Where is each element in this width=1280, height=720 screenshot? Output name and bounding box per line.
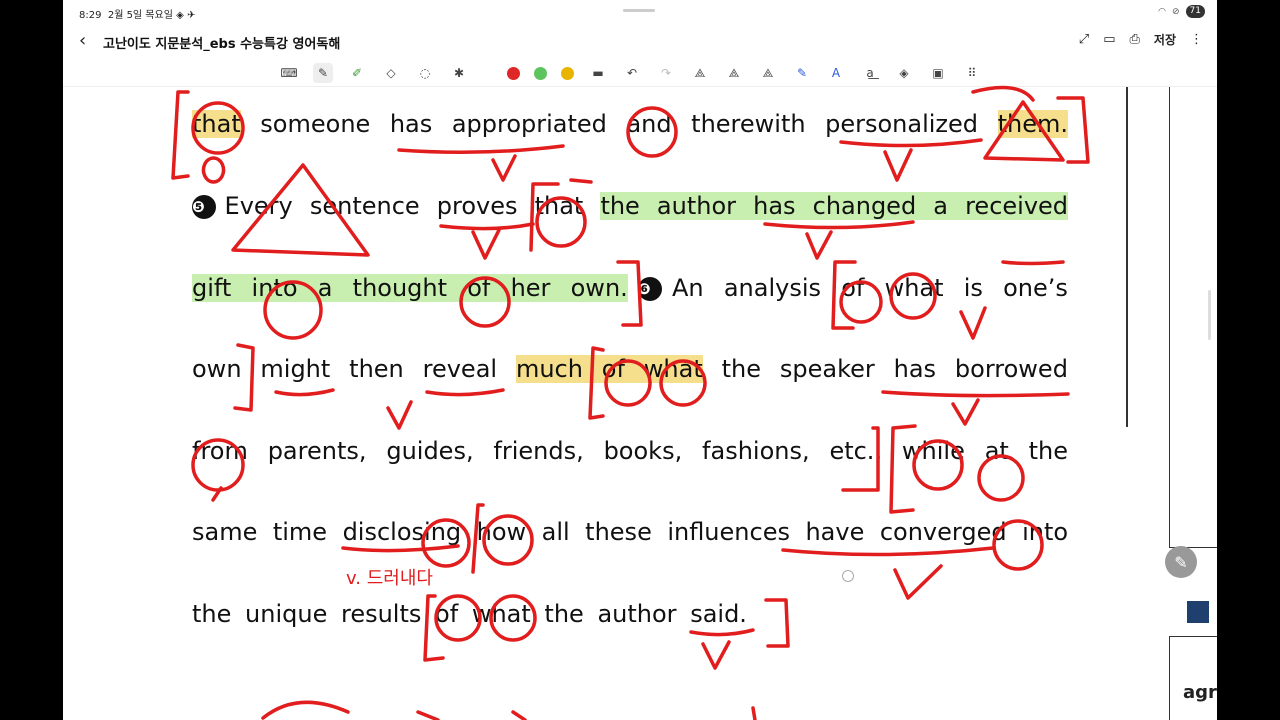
text-line-7: the unique results of what the author sa… [192,600,747,628]
status-time: 8:29 2월 5일 목요일 ◈ ✈ [79,10,196,21]
page-edge [1126,87,1128,427]
pen-tool-icon[interactable]: ✎ [313,63,333,83]
side-page-next[interactable] [1169,636,1217,720]
text-line-6: same time disclosing how all these influ… [192,518,1069,546]
text-line-3: gift into a thought of her own. ❻ An ana… [192,274,1068,302]
title-actions: ⤢ ▭ ⎙ 저장 ⋮ [1079,31,1203,48]
wifi-icon: ◠ [1158,6,1166,17]
color-red-icon[interactable] [507,66,520,80]
status-bar: 8:29 2월 5일 목요일 ◈ ✈ ◠ ⊘ 71 [63,0,1217,24]
battery-icon: 71 [1185,5,1205,18]
multitask-handle[interactable] [623,9,655,12]
text-line-2: ❺ Every sentence proves that the author … [192,192,1069,220]
text-line-1: that someone has appropriated and therew… [192,110,1068,138]
stroke-width-icon[interactable]: ▬ [588,63,608,83]
color-green-icon[interactable] [534,66,547,80]
sentence-6-marker: ❻ [637,277,662,301]
dnd-icon: ⊘ [1172,6,1180,17]
title-bar: ‹ 고난이도 지문분석_ebs 수능특강 영어독해 ⤢ ▭ ⎙ 저장 ⋮ [63,24,1217,58]
next-page-snippet: agre [1183,682,1217,703]
scroll-indicator[interactable] [1208,290,1211,340]
redo-icon[interactable]: ↷ [656,63,676,83]
shape-pen-icon[interactable]: ⟁ [690,63,710,83]
keyboard-icon[interactable]: ⌨ [279,63,299,83]
eraser-icon[interactable]: ◇ [381,63,401,83]
document-title: 고난이도 지문분석_ebs 수능특강 영어독해 [103,37,341,52]
image-icon[interactable]: ▣ [928,63,948,83]
blue-pen-icon[interactable]: ✎ [792,63,812,83]
drawing-toolbar: ⌨ ✎ ✐ ◇ ◌ ✱ ▬ ↶ ↷ ⟁ ⟁ ⟁ ✎ A a͟ ◈ ▣ ⠿ [63,60,1217,87]
text-line-4: own might then reveal much of what the s… [192,355,1068,383]
text-a-icon[interactable]: A [826,63,846,83]
lasso-icon[interactable]: ◌ [415,63,435,83]
text-line-5: from parents, guides, friends, books, fa… [192,437,1069,465]
back-chevron-icon[interactable]: ‹ [79,30,86,51]
magic-icon[interactable]: ✱ [449,63,469,83]
export-icon[interactable]: ⎙ [1130,32,1140,47]
app-screen: 8:29 2월 5일 목요일 ◈ ✈ ◠ ⊘ 71 ‹ 고난이도 지문분석_eb… [63,0,1217,720]
sentence-5-marker: ❺ [192,195,216,219]
highlighter-icon[interactable]: ✐ [347,63,367,83]
status-icons: ◠ ⊘ 71 [1158,5,1205,18]
page-view-icon[interactable]: ▭ [1103,32,1115,47]
expand-icon[interactable]: ⤢ [1079,32,1089,47]
text-box-icon[interactable]: a͟ [860,63,880,83]
grid-icon[interactable]: ⠿ [962,63,982,83]
undo-icon[interactable]: ↶ [622,63,642,83]
color-yellow-icon[interactable] [561,66,574,80]
pencil-icon[interactable]: ⟁ [758,63,778,83]
more-icon[interactable]: ⋮ [1190,32,1203,47]
pointer-cursor [842,570,854,582]
color-swatch[interactable] [1187,601,1209,623]
pencil-icon[interactable]: ✎ [1165,546,1197,578]
shape-fill-icon[interactable]: ⟁ [724,63,744,83]
shapes-icon[interactable]: ◈ [894,63,914,83]
save-button[interactable]: 저장 [1154,31,1176,48]
